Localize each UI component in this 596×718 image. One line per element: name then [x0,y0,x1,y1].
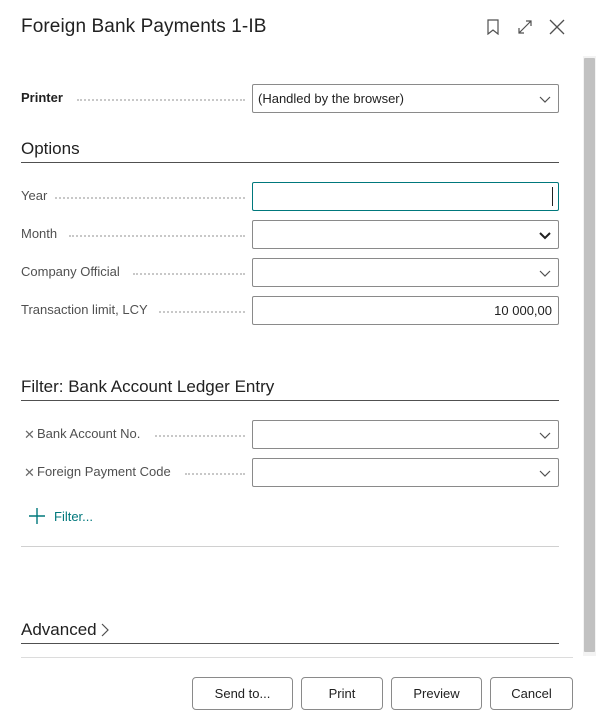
filter-heading[interactable]: Filter: Bank Account Ledger Entry [21,377,559,397]
year-input[interactable] [252,182,559,211]
report-request-dialog: Foreign Bank Payments 1-IB Printer (Hand… [0,0,596,718]
foreign-payment-code-row: ✕ Foreign Payment Code [21,458,559,487]
chevron-down-icon [539,270,551,277]
footer-divider [21,657,573,658]
leader-dots [133,273,245,275]
plus-icon [29,508,45,524]
leader-dots [77,99,245,101]
chevron-right-icon [101,623,109,637]
expand-icon[interactable] [513,15,537,39]
chevron-down-icon [539,232,551,240]
bookmark-icon[interactable] [481,15,505,39]
text-caret [552,187,553,206]
add-filter-label: Filter... [54,508,94,524]
dialog-title: Foreign Bank Payments 1-IB [21,16,267,37]
company-official-select[interactable] [252,258,559,287]
advanced-heading-label: Advanced [21,620,97,639]
foreign-payment-code-select[interactable] [252,458,559,487]
print-button[interactable]: Print [301,677,383,710]
company-official-label: Company Official [21,264,120,279]
leader-dots [55,197,245,199]
add-filter-link[interactable]: Filter... [28,505,93,527]
chevron-down-icon [539,432,551,439]
scrollbar-thumb[interactable] [584,58,595,652]
transaction-limit-value: 10 000,00 [494,303,552,318]
advanced-heading[interactable]: Advanced [21,620,559,640]
chevron-down-icon [539,470,551,477]
transaction-limit-input[interactable]: 10 000,00 [252,296,559,325]
filter-end-divider [21,546,559,547]
options-heading[interactable]: Options [21,139,559,159]
leader-dots [185,473,245,475]
transaction-limit-label: Transaction limit, LCY [21,302,148,317]
chevron-down-icon [539,96,551,103]
cancel-button[interactable]: Cancel [490,677,573,710]
close-icon[interactable] [545,15,569,39]
printer-row: Printer (Handled by the browser) [21,84,559,113]
month-select[interactable] [252,220,559,249]
printer-label: Printer [21,90,63,105]
bank-account-no-row: ✕ Bank Account No. [21,420,559,449]
year-label: Year [21,188,48,203]
transaction-limit-row: Transaction limit, LCY 10 000,00 [21,296,559,325]
leader-dots [69,235,245,237]
remove-filter-icon[interactable]: ✕ [24,465,35,481]
bank-account-no-label: Bank Account No. [37,426,141,441]
filter-divider [21,400,559,401]
leader-dots [155,435,245,437]
remove-filter-icon[interactable]: ✕ [24,427,35,443]
advanced-divider [21,643,559,644]
options-divider [21,162,559,163]
company-official-row: Company Official [21,258,559,287]
preview-button[interactable]: Preview [391,677,482,710]
month-label: Month [21,226,58,241]
month-row: Month [21,220,559,249]
send-to-button[interactable]: Send to... [192,677,293,710]
bank-account-no-select[interactable] [252,420,559,449]
foreign-payment-code-label: Foreign Payment Code [37,464,171,479]
year-row: Year [21,182,559,211]
printer-value: (Handled by the browser) [258,91,404,106]
leader-dots [159,311,245,313]
printer-select[interactable]: (Handled by the browser) [252,84,559,113]
